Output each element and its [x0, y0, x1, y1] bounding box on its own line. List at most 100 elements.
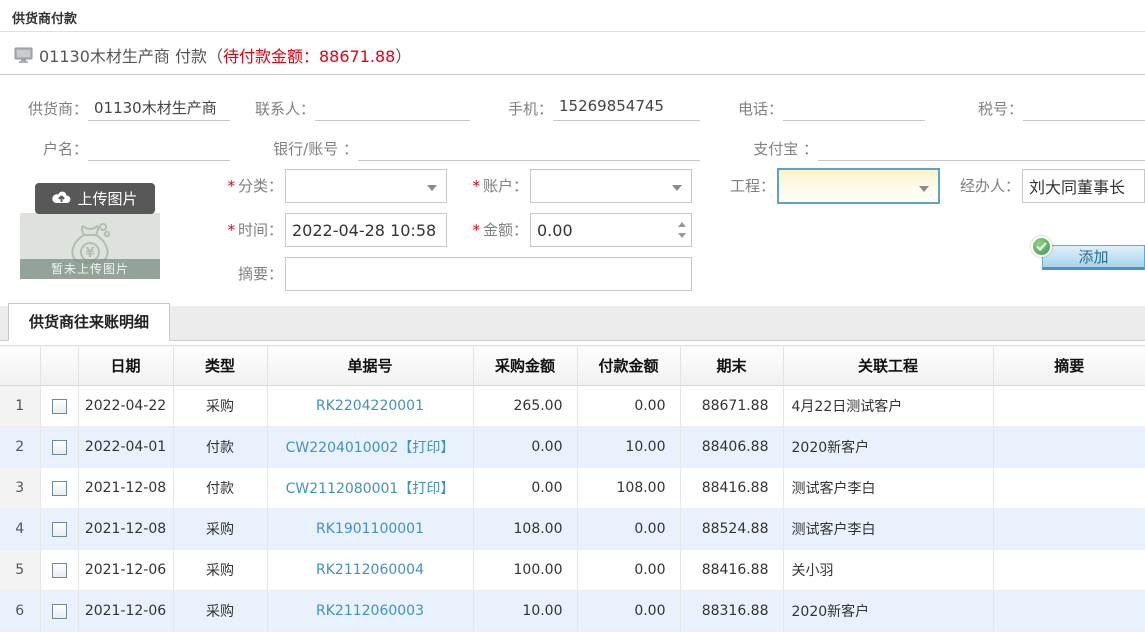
supplier-info-row-2: 户名： 银行/账号 ： 支付宝 ： — [0, 121, 1145, 161]
doc-link[interactable]: RK2112060004 — [316, 562, 424, 578]
field-phone: 电话： — [700, 97, 925, 121]
cell-rownum: 2 — [0, 427, 40, 468]
doc-link[interactable]: RK2112060003 — [316, 603, 424, 619]
spinner-up-icon[interactable] — [678, 222, 686, 227]
cell-balance: 88524.88 — [680, 509, 783, 550]
cell-checkbox — [40, 427, 78, 468]
table-row: 2 2022-04-01 付款 CW2204010002【打印】 0.00 10… — [0, 427, 1145, 468]
bank-account-value[interactable] — [358, 137, 700, 161]
cell-date: 2022-04-01 — [78, 427, 173, 468]
cell-rownum: 4 — [0, 509, 40, 550]
row-checkbox[interactable] — [52, 440, 67, 455]
cell-doc-no: RK2112060003 — [267, 591, 473, 632]
field-account-name: 户名： — [0, 137, 230, 161]
cell-memo — [993, 509, 1145, 550]
row-checkbox[interactable] — [52, 563, 67, 578]
account-label-text: 账户： — [483, 177, 528, 195]
upload-image-label: 上传图片 — [77, 188, 137, 209]
supplier-value[interactable]: 01130木材生产商 — [88, 97, 230, 121]
cell-type: 付款 — [173, 468, 267, 509]
cell-rownum: 6 — [0, 591, 40, 632]
required-marker: * — [227, 221, 235, 239]
amount-input[interactable] — [530, 213, 692, 247]
header-date: 日期 — [78, 346, 173, 386]
cell-type: 采购 — [173, 591, 267, 632]
project-select[interactable] — [777, 168, 940, 204]
add-button[interactable]: 添加 — [1042, 245, 1145, 270]
field-mobile: 手机： 15269854745 — [470, 97, 700, 121]
print-link[interactable]: 【打印】 — [398, 481, 454, 497]
cell-payment: 0.00 — [577, 550, 680, 591]
supplier-label: 供货商： — [0, 98, 88, 121]
account-select[interactable] — [530, 169, 692, 203]
table-row: 1 2022-04-22 采购 RK2204220001 265.00 0.00… — [0, 386, 1145, 427]
doc-link[interactable]: RK1901100001 — [316, 521, 424, 537]
doc-no-text: RK2112060004 — [316, 562, 424, 578]
cell-memo — [993, 468, 1145, 509]
doc-no-text: RK2204220001 — [316, 398, 424, 414]
header-checkbox — [40, 346, 78, 386]
spinner-down-icon[interactable] — [678, 233, 686, 238]
cell-project: 2020新客户 — [783, 427, 993, 468]
memo-label-text: 摘要： — [238, 265, 283, 283]
memo-input[interactable] — [285, 257, 692, 291]
upload-image-button[interactable]: 上传图片 — [35, 183, 155, 214]
cell-payment: 0.00 — [577, 591, 680, 632]
memo-label: 摘要： — [175, 257, 283, 291]
account-name-label: 户名： — [0, 138, 88, 161]
cell-date: 2022-04-22 — [78, 386, 173, 427]
table-row: 4 2021-12-08 采购 RK1901100001 108.00 0.00… — [0, 509, 1145, 550]
row-checkbox[interactable] — [52, 604, 67, 619]
amount-stepper[interactable] — [674, 214, 690, 246]
pending-amount: 待付款金额：88671.88 — [223, 43, 395, 67]
cell-balance: 88406.88 — [680, 427, 783, 468]
cell-project: 关小羽 — [783, 550, 993, 591]
cell-type: 付款 — [173, 427, 267, 468]
project-label: 工程： — [695, 169, 775, 203]
category-select[interactable] — [285, 169, 447, 203]
contact-value[interactable] — [315, 97, 470, 121]
field-alipay: 支付宝 ： — [700, 137, 1145, 161]
header-type: 类型 — [173, 346, 267, 386]
header-ending-balance: 期末 — [680, 346, 783, 386]
row-checkbox[interactable] — [52, 481, 67, 496]
category-label: *分类： — [175, 169, 283, 203]
supplier-info-section: 供货商： 01130木材生产商 联系人： 手机： 15269854745 电话：… — [0, 75, 1145, 163]
alipay-value[interactable] — [818, 137, 1145, 161]
handler-input[interactable] — [1022, 169, 1145, 203]
doc-link[interactable]: RK2204220001 — [316, 398, 424, 414]
cell-balance: 88671.88 — [680, 386, 783, 427]
cell-balance: 88416.88 — [680, 550, 783, 591]
print-link[interactable]: 【打印】 — [398, 440, 454, 456]
header-purchase-amount: 采购金额 — [473, 346, 577, 386]
cell-rownum: 1 — [0, 386, 40, 427]
taxno-value[interactable] — [1023, 97, 1145, 121]
required-marker: * — [227, 177, 235, 195]
account-name-value[interactable] — [88, 137, 230, 161]
amount-label-text: 金额： — [483, 221, 528, 239]
tab-supplier-ledger[interactable]: 供货商往来账明细 — [8, 303, 170, 341]
cell-doc-no: RK2112060004 — [267, 550, 473, 591]
mobile-value[interactable]: 15269854745 — [553, 97, 700, 121]
time-label-text: 时间： — [238, 221, 283, 239]
doc-link[interactable]: CW2204010002【打印】 — [286, 440, 455, 456]
cell-checkbox — [40, 591, 78, 632]
check-icon — [1031, 236, 1052, 257]
phone-value[interactable] — [783, 97, 925, 121]
doc-no-text: RK2112060003 — [316, 603, 424, 619]
cell-doc-no: CW2204010002【打印】 — [267, 427, 473, 468]
mobile-label: 手机： — [470, 98, 553, 121]
time-input[interactable] — [285, 213, 447, 247]
detail-tab-strip: 供货商往来账明细 — [0, 306, 1145, 341]
cell-payment: 0.00 — [577, 509, 680, 550]
row-checkbox[interactable] — [52, 399, 67, 414]
doc-link[interactable]: CW2112080001【打印】 — [286, 481, 455, 497]
payment-form-section: 上传图片 ¥ 暂未上传图片 *分类： *账户： 工程： 经办人： *时间： *金… — [0, 163, 1145, 298]
field-taxno: 税号： — [925, 97, 1145, 121]
row-checkbox[interactable] — [52, 522, 67, 537]
contact-label: 联系人： — [230, 98, 315, 121]
handler-label-text: 经办人： — [960, 177, 1020, 195]
header-rownum — [0, 346, 40, 386]
cell-purchase: 0.00 — [473, 427, 577, 468]
account-label: *账户： — [450, 169, 528, 203]
